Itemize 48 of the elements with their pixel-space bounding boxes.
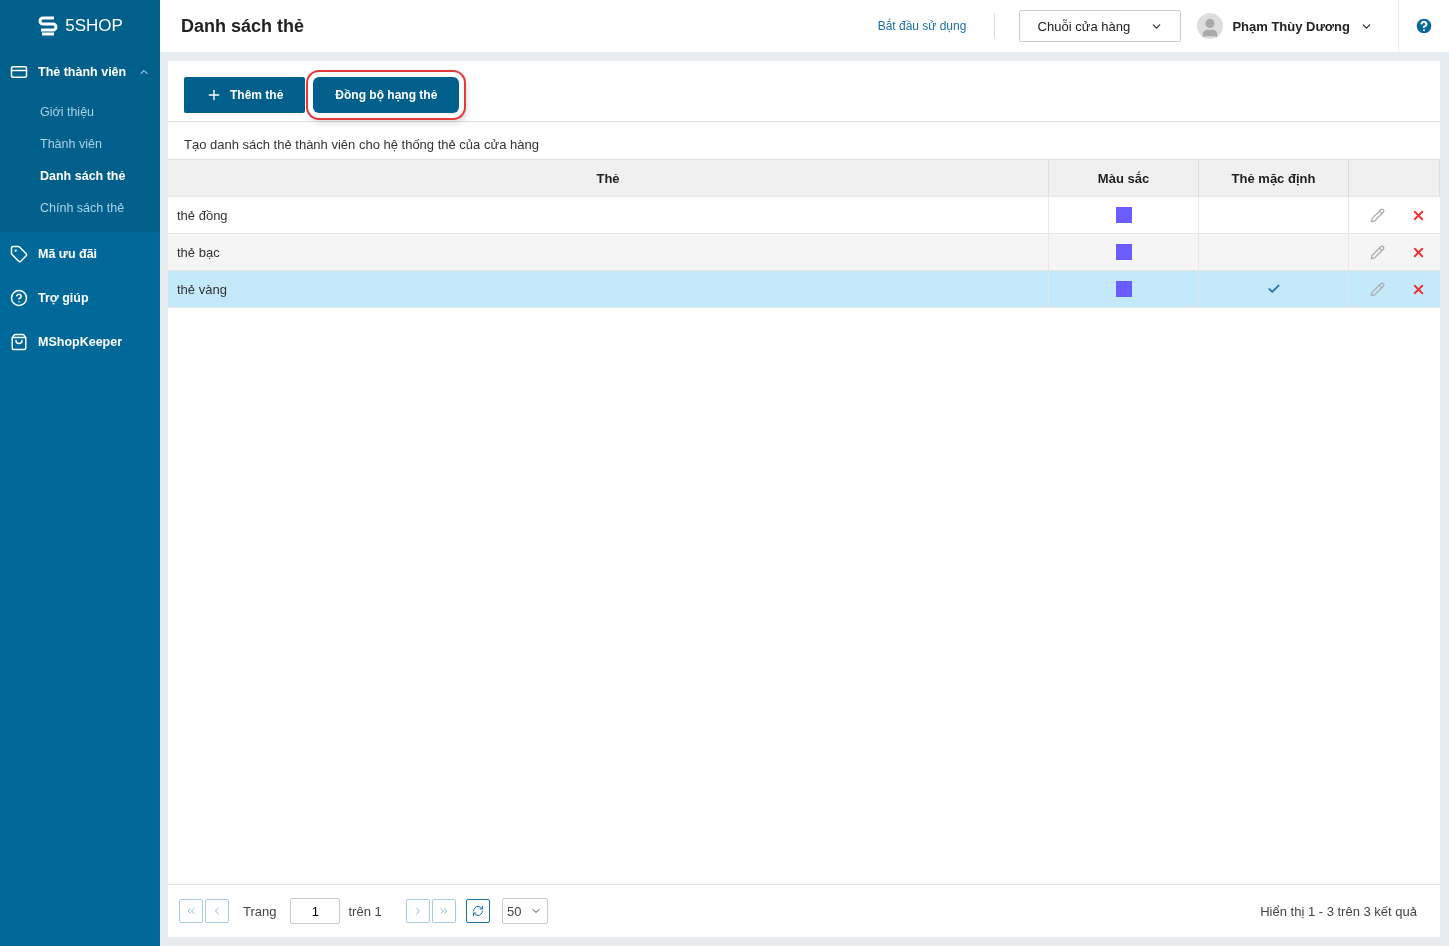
page-total: trên 1	[348, 903, 382, 919]
nav-item[interactable]: Thẻ thành viên	[0, 52, 160, 92]
table-row[interactable]: thẻ đồng	[168, 197, 1440, 234]
tag-icon	[10, 245, 28, 263]
store-select[interactable]: Chuỗi cửa hàng	[1019, 10, 1182, 42]
edit-icon[interactable]	[1370, 207, 1385, 223]
page-size-select[interactable]: 50	[501, 898, 548, 924]
nav-item[interactable]: MShopKeeper	[0, 320, 160, 364]
help-icon[interactable]	[1414, 16, 1434, 36]
getting-started-link[interactable]: Bắt đầu sử dụng	[877, 13, 996, 39]
help-icon	[10, 289, 28, 307]
nav-subitem[interactable]: Danh sách thẻ	[0, 160, 160, 192]
table-row[interactable]: thẻ bạc	[168, 234, 1440, 271]
double-chevron-left-icon	[185, 905, 197, 917]
description: Tạo danh sách thẻ thành viên cho hệ thống thẻ của cửa hàng	[183, 136, 540, 154]
logo-text: 5SHOP	[65, 16, 123, 36]
nav-subitem[interactable]: Giới thiệu	[0, 96, 160, 128]
page-title: Danh sách thẻ	[181, 15, 306, 37]
toolbar-button[interactable]: Thêm thẻ	[184, 77, 306, 113]
plus-icon	[206, 87, 222, 103]
result-summary: Hiển thị 1 - 3 trên 3 kết quả	[1260, 903, 1418, 919]
table-cell: thẻ vàng	[168, 271, 1049, 307]
refresh-button[interactable]	[465, 899, 490, 923]
card-icon	[10, 63, 28, 81]
first-page-button[interactable]	[179, 899, 203, 923]
table-row[interactable]: thẻ vàng	[168, 271, 1440, 308]
table-cell: thẻ bạc	[168, 234, 1049, 270]
avatar-icon	[1197, 13, 1224, 39]
nav-item[interactable]: Mã ưu đãi	[0, 232, 160, 276]
nav-item[interactable]: Trợ giúp	[0, 276, 160, 320]
nav-subitem[interactable]: Thành viên	[0, 128, 160, 160]
previous-page-button[interactable]	[205, 899, 229, 923]
edit-icon[interactable]	[1370, 281, 1385, 297]
edit-icon[interactable]	[1370, 244, 1385, 260]
column-header: Thẻ mặc định	[1199, 160, 1349, 196]
column-header: Thẻ	[168, 160, 1049, 196]
user-menu[interactable]: Phạm Thùy Dương	[1232, 18, 1373, 34]
table-cell: thẻ đồng	[168, 197, 1049, 233]
refresh-icon	[471, 905, 484, 917]
nav-subitem[interactable]: Chính sách thẻ	[0, 192, 160, 224]
last-page-button[interactable]	[431, 899, 456, 923]
page-label: Trang	[243, 903, 277, 919]
logo-icon	[37, 15, 60, 37]
page-input[interactable]: 1	[290, 898, 341, 924]
column-header: Màu sắc	[1049, 160, 1199, 196]
double-chevron-right-icon	[437, 905, 450, 917]
bag-icon	[10, 333, 28, 351]
next-page-button[interactable]	[405, 899, 430, 923]
